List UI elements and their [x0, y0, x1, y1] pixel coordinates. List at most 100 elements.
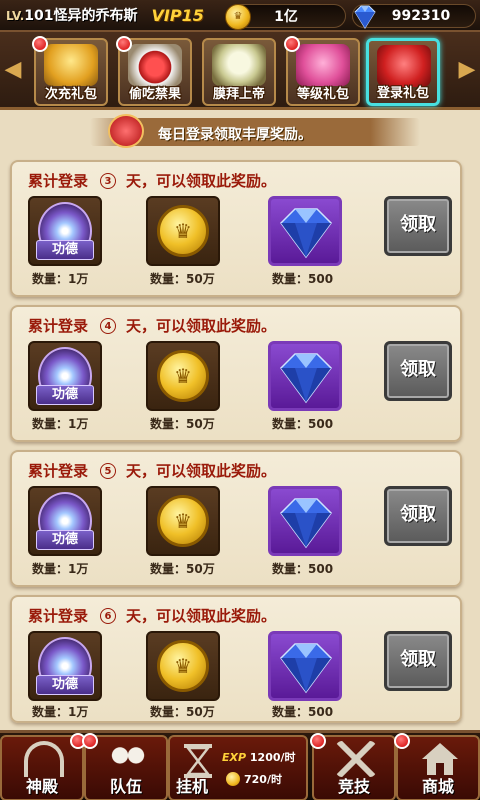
reward-title: 累计登录 3 天，可以领取此奖励。 [28, 170, 276, 191]
player-level: LV.101怪异的乔布斯 [6, 5, 138, 25]
merit-quantity: 数量：1万 [32, 562, 89, 576]
diamond-icon [280, 353, 332, 404]
gem-reward-slot[interactable] [268, 486, 342, 556]
nav-temple[interactable]: 神殿 [0, 733, 86, 800]
crown-coin-icon: ♛ [157, 350, 209, 402]
merit-quantity: 数量：1万 [32, 417, 89, 431]
nav-label: 神殿 [25, 777, 58, 796]
team-icon [108, 741, 148, 777]
merit-reward-slot[interactable]: 功德 [28, 341, 102, 411]
level-prefix: LV. [6, 9, 25, 23]
crown-coin-icon: ♛ [157, 640, 209, 692]
notification-dot-icon [310, 733, 326, 749]
scroll-right-arrow-icon[interactable]: ▶ [456, 54, 478, 86]
coin-quantity: 数量：50万 [150, 705, 215, 719]
title-prefix: 累计登录 [28, 607, 89, 625]
diamond-icon [280, 498, 332, 549]
reward-title: 累计登录 4 天，可以领取此奖励。 [28, 315, 276, 336]
gem-quantity: 数量：500 [272, 272, 334, 286]
notification-dot-icon [116, 36, 132, 52]
tab-label: 次充礼包 [44, 87, 97, 102]
title-prefix: 累计登录 [28, 317, 89, 335]
gem-value: 992310 [391, 8, 451, 24]
tab-label: 等级礼包 [296, 87, 349, 102]
gold-value: 1亿 [274, 9, 298, 25]
merit-reward-slot[interactable]: 功德 [28, 486, 102, 556]
vip-badge[interactable]: VIP15 [152, 6, 204, 25]
nav-idle[interactable]: 挂机 EXP 1200/时 720/时 [168, 735, 308, 800]
claim-button[interactable]: 领取 [384, 196, 452, 256]
coin-reward-slot[interactable]: ♛ [146, 196, 220, 266]
days-count: 5 [100, 462, 117, 479]
gift-box-icon [44, 44, 98, 86]
diamond-icon [280, 208, 332, 259]
login-gift-icon [377, 45, 431, 87]
reward-card: 累计登录 5 天，可以领取此奖励。 功德 ♛ 数量：1万 数量：50万 数量：5… [10, 450, 462, 587]
title-suffix: 天，可以领取此奖励。 [126, 172, 277, 190]
tab-login-gift[interactable]: 登录礼包 [366, 38, 440, 106]
nav-arena[interactable]: 竞技 [310, 733, 396, 800]
diamond-icon [280, 643, 332, 694]
banner-text: 每日登录领取丰厚奖励。 [158, 127, 312, 143]
nav-team[interactable]: 队伍 [82, 733, 168, 800]
nav-label: 商城 [421, 777, 454, 796]
level-gift-icon [296, 44, 350, 86]
coin-reward-slot[interactable]: ♛ [146, 631, 220, 701]
gem-counter[interactable]: 992310 [352, 4, 476, 29]
merit-label: 功德 [36, 240, 94, 260]
exp-label: EXP [222, 751, 247, 764]
title-suffix: 天，可以领取此奖励。 [126, 462, 277, 480]
nav-label: 队伍 [109, 777, 142, 796]
coin-quantity: 数量：50万 [150, 562, 215, 576]
crossed-swords-icon [336, 741, 376, 777]
nav-label: 挂机 [176, 777, 209, 796]
notification-dot-icon [394, 733, 410, 749]
gold-counter[interactable]: ♛ 1亿 [225, 4, 346, 30]
claim-button[interactable]: 领取 [384, 631, 452, 691]
crown-coin-icon: ♛ [157, 495, 209, 547]
tab-recharge-gift[interactable]: 次充礼包 [32, 36, 108, 106]
crown-coin-icon: ♛ [157, 205, 209, 257]
player-name: 怪异的乔布斯 [53, 8, 138, 24]
level-value: 101 [24, 8, 54, 24]
daily-login-banner: 每日登录领取丰厚奖励。 [0, 110, 480, 156]
diamond-icon [354, 5, 376, 29]
tab-forbidden-fruit[interactable]: 偷吃禁果 [116, 36, 192, 106]
scroll-left-arrow-icon[interactable]: ◀ [2, 54, 24, 86]
tab-level-gift[interactable]: 等级礼包 [284, 36, 360, 106]
merit-reward-slot[interactable]: 功德 [28, 631, 102, 701]
gem-reward-slot[interactable] [268, 196, 342, 266]
house-icon [422, 743, 458, 775]
merit-label: 功德 [36, 530, 94, 550]
gem-reward-slot[interactable] [268, 631, 342, 701]
coin-quantity: 数量：50万 [150, 417, 215, 431]
gem-reward-slot[interactable] [268, 341, 342, 411]
reward-title: 累计登录 6 天，可以领取此奖励。 [28, 605, 276, 626]
notification-dot-icon [32, 36, 48, 52]
bottom-navigation: 神殿 队伍 挂机 EXP 1200/时 720/时 竞技 商城 [0, 730, 480, 800]
days-count: 3 [100, 172, 117, 189]
days-count: 4 [100, 317, 117, 334]
title-suffix: 天，可以领取此奖励。 [126, 607, 277, 625]
gem-quantity: 数量：500 [272, 705, 334, 719]
coin-reward-slot[interactable]: ♛ [146, 486, 220, 556]
reward-card: 累计登录 6 天，可以领取此奖励。 功德 ♛ 数量：1万 数量：50万 数量：5… [10, 595, 462, 723]
nav-shop[interactable]: 商城 [394, 733, 480, 800]
notification-dot-icon [82, 733, 98, 749]
tab-label: 登录礼包 [376, 86, 429, 101]
crown-coin-icon: ♛ [225, 4, 251, 30]
gold-rate-value: 720/时 [244, 773, 282, 786]
tab-worship-god[interactable]: 膜拜上帝 [202, 38, 276, 106]
gift-icon [108, 114, 144, 148]
claim-button[interactable]: 领取 [384, 486, 452, 546]
reward-title: 累计登录 5 天，可以领取此奖励。 [28, 460, 276, 481]
days-count: 6 [100, 607, 117, 624]
coin-reward-slot[interactable]: ♛ [146, 341, 220, 411]
claim-button[interactable]: 领取 [384, 341, 452, 401]
merit-label: 功德 [36, 675, 94, 695]
merit-label: 功德 [36, 385, 94, 405]
tab-label: 偷吃禁果 [128, 87, 181, 102]
title-prefix: 累计登录 [28, 172, 89, 190]
merit-reward-slot[interactable]: 功德 [28, 196, 102, 266]
notification-dot-icon [284, 36, 300, 52]
